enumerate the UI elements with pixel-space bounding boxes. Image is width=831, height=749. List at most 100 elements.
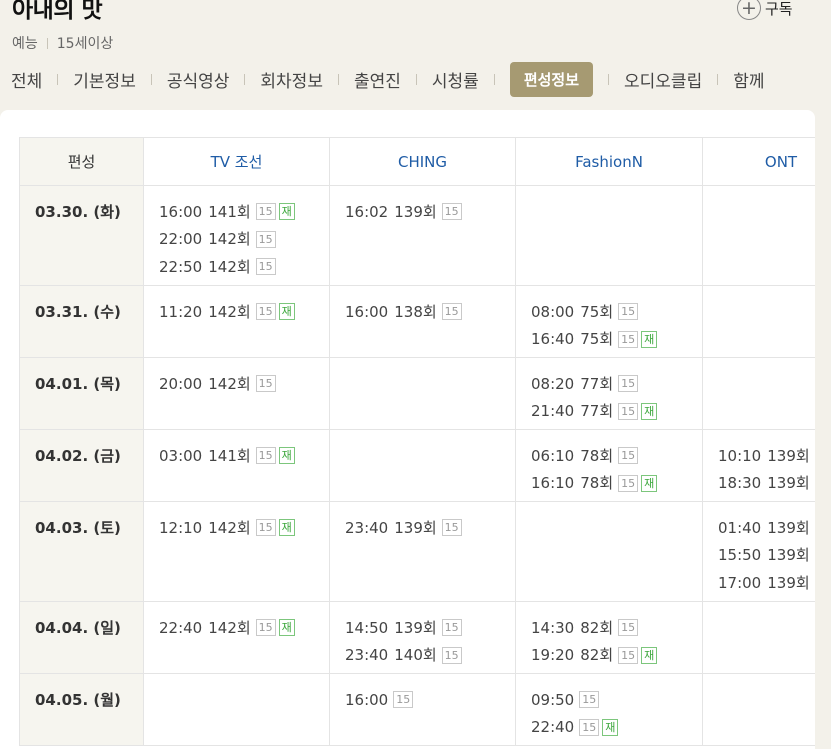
episode-number: 139회 [394,518,437,537]
air-time: 19:20 [531,646,575,665]
meta-divider [46,37,48,49]
air-time: 23:40 [345,646,389,665]
airing-entry: 16:10 78회 15 재 [531,470,688,498]
subscribe-button[interactable]: + 구독 [737,0,793,20]
episode-number: 142회 [208,302,251,321]
age-rating-badge: 15 [255,203,276,221]
air-time: 22:40 [531,718,575,737]
date-label: 04.02. (금) [35,446,121,465]
tab-divider [337,74,339,85]
air-time: 16:40 [531,330,575,349]
date-cell: 04.02. (금) [19,429,144,502]
tab-7[interactable]: 오디오클립 [624,62,702,97]
episode-number: 138회 [394,302,437,321]
date-cell: 04.03. (토) [19,501,144,602]
air-time: 16:10 [531,474,575,493]
rerun-badge: 재 [641,646,658,664]
date-cell: 04.01. (목) [19,357,144,430]
tab-6[interactable]: 편성정보 [509,62,594,97]
age-rating-badge: 15 [441,303,462,321]
tab-5[interactable]: 시청률 [432,62,479,97]
date-cell: 03.31. (수) [19,285,144,358]
table-row: 04.01. (목) 20:00 142회 15 08:20 77회 15 21:40 77회 1… [19,357,815,430]
age-rating-badge: 15 [618,402,639,420]
airing-entry: 20:00 142회 15 [159,370,315,398]
schedule-cell: 16:00 138회 15 [329,285,516,358]
schedule-cell: 09:50 15 22:40 15 재 [515,673,703,746]
rerun-badge: 재 [278,447,295,465]
airing-entry: 12:10 142회 15 재 [159,514,315,542]
age-rating-badge: 15 [579,718,600,736]
airing-entry: 22:00 142회 15 [159,226,315,254]
table-body: 03.30. (화) 16:00 141회 15 재 22:00 142회 15 22:50 14… [19,185,815,746]
schedule-cell: 03:00 141회 15 재 [143,429,330,502]
date-label: 04.01. (목) [35,374,121,393]
airing-entry: 16:02 139회 15 [345,198,501,226]
airing-entry: 16:00 15 [345,686,501,714]
airing-entry: 23:40 139회 15 [345,514,501,542]
schedule-cell: 01:40139회1515:50139회1517:00139회15 [702,501,815,602]
age-rating-badge: 15 [255,519,276,537]
table-row: 03.31. (수) 11:20 142회 15 재 16:00 138회 15 08:00 75… [19,285,815,358]
schedule-cell: 16:00 141회 15 재 22:00 142회 15 22:50 142회 15 [143,185,330,286]
age-rating-badge: 15 [255,619,276,637]
schedule-cell: 08:20 77회 15 21:40 77회 15 재 [515,357,703,430]
schedule-cell: 16:02 139회 15 [329,185,516,286]
episode-number: 77회 [580,374,614,393]
tab-2[interactable]: 공식영상 [167,62,230,97]
airing-entry: 10:10139회15 [718,442,815,470]
age-rating-badge: 15 [618,619,639,637]
age-rating-badge: 15 [441,519,462,537]
age-rating-badge: 15 [441,203,462,221]
tab-4[interactable]: 출연진 [354,62,401,97]
air-time: 23:40 [345,518,389,537]
episode-number: 139회 [767,518,810,537]
episode-number: 142회 [208,230,251,249]
schedule-cell: 14:50 139회 15 23:40 140회 15 [329,601,516,674]
table-row: 04.03. (토) 12:10 142회 15 재 23:40 139회 15 01:40 13… [19,501,815,602]
column-header-channel: ONT [702,137,815,186]
tab-1[interactable]: 기본정보 [73,62,136,97]
airing-entry: 22:40 15 재 [531,714,688,742]
airing-entry: 15:50139회15 [718,542,815,570]
air-time: 14:50 [345,618,389,637]
age-rating-badge: 15 [618,474,639,492]
schedule-cell: 23:40 139회 15 [329,501,516,602]
airing-entry: 08:00 75회 15 [531,298,688,326]
episode-number: 142회 [208,257,251,276]
air-time: 10:10 [718,446,762,465]
tab-divider [608,74,610,85]
air-time: 09:50 [531,690,575,709]
date-label: 04.04. (일) [35,618,121,637]
tab-8[interactable]: 함께 [733,62,764,97]
age-rating-badge: 15 [618,330,639,348]
age-rating-badge: 15 [393,691,414,709]
age-rating-badge: 15 [255,303,276,321]
airing-entry: 16:00 141회 15 재 [159,198,315,226]
air-time: 08:20 [531,374,575,393]
schedule-cell [329,429,516,502]
air-time: 17:00 [718,573,762,592]
tab-0[interactable]: 전체 [11,62,42,97]
schedule-table: 편성 TV 조선 CHING FashionN ONT 03.30. (화) 16:00 1… [19,137,815,746]
airing-entry: 17:00139회15 [718,569,815,597]
schedule-panel: 편성 TV 조선 CHING FashionN ONT 03.30. (화) 16:00 1… [0,110,815,749]
airing-entry: 16:00 138회 15 [345,298,501,326]
tab-divider [415,74,417,85]
date-label: 03.30. (화) [35,202,121,221]
age-rating-badge: 15 [441,619,462,637]
airing-entry: 16:40 75회 15 재 [531,326,688,354]
schedule-cell: 20:00 142회 15 [143,357,330,430]
date-label: 04.03. (토) [35,518,121,537]
schedule-cell: 11:20 142회 15 재 [143,285,330,358]
tab-divider [493,74,495,85]
schedule-cell: 14:30 82회 15 19:20 82회 15 재 [515,601,703,674]
airing-entry: 22:50 142회 15 [159,253,315,281]
date-cell: 03.30. (화) [19,185,144,286]
airing-entry: 14:30 82회 15 [531,614,688,642]
subscribe-label: 구독 [765,0,793,18]
episode-number: 139회 [767,546,810,565]
tab-3[interactable]: 회차정보 [260,62,323,97]
date-cell: 04.04. (일) [19,601,144,674]
air-time: 03:00 [159,446,203,465]
